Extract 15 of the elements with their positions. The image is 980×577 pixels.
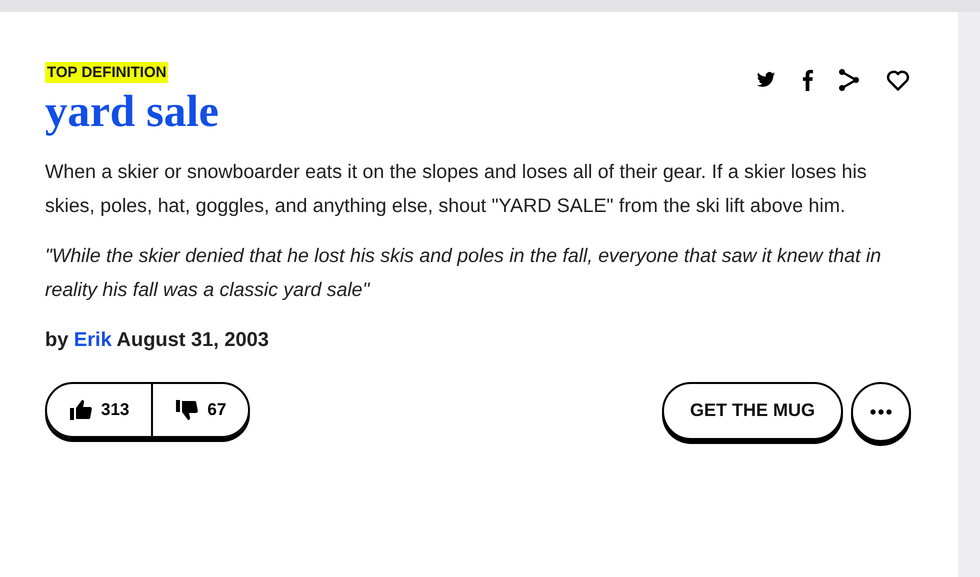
- twitter-icon[interactable]: [754, 70, 778, 90]
- definition-text: When a skier or snowboarder eats it on the slopes and loses all of their gear. If a skier loses his skies, poles, hat, goggles, and anything else, shout "YARD SALE" from the ski lift above him.: [45, 160, 868, 218]
- downvote-button[interactable]: 67: [153, 384, 248, 436]
- heart-icon[interactable]: [885, 69, 911, 91]
- upvote-button[interactable]: 313: [47, 384, 154, 436]
- byline: by Erik August 31, 2003: [45, 328, 270, 352]
- facebook-icon[interactable]: [802, 69, 813, 91]
- author-link[interactable]: Erik: [74, 328, 112, 350]
- top-definition-label: TOP DEFINITION: [45, 62, 168, 83]
- share-icon[interactable]: [837, 68, 861, 92]
- thumbs-up-icon: [69, 398, 93, 422]
- word-title[interactable]: yard sale: [45, 87, 219, 136]
- example-text: "While the skier denied that he lost his skis and poles in the fall, everyone that saw it knew that in reality his fall was a classic yard sale": [45, 244, 882, 302]
- thumbs-down-icon: [175, 398, 200, 422]
- more-icon: [870, 408, 892, 414]
